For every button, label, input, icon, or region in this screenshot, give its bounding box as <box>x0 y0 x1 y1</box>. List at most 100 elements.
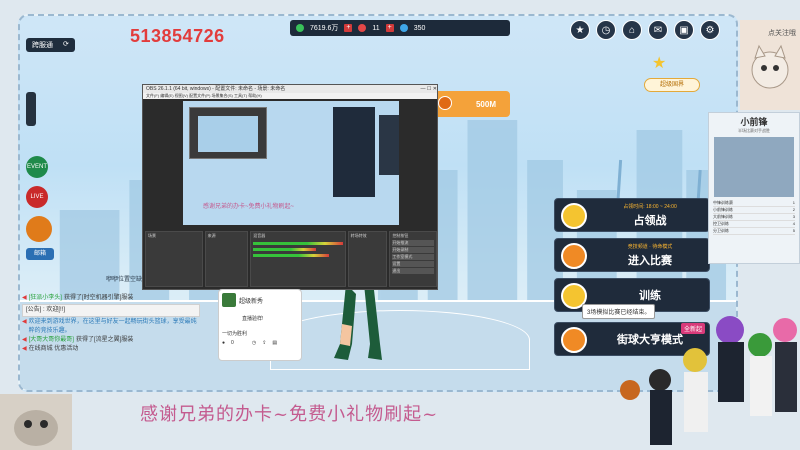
anime-characters <box>620 316 797 445</box>
obs-menubar[interactable]: 文件(F) 编辑(E) 视图(V) 配置文件(P) 场景集合(S) 工具(T) … <box>143 93 437 99</box>
timer-icon[interactable]: ◷ <box>252 340 256 346</box>
mode-enter-match[interactable]: 竞技频道 · 待命模式 进入比赛 <box>554 238 710 272</box>
start-stream-button[interactable]: 开始推流 <box>392 240 434 246</box>
scenes-panel[interactable]: 场景 <box>145 231 203 287</box>
rank-row: 大前锋训练 3 <box>713 214 795 221</box>
energy-icon <box>399 24 408 32</box>
chat-text: 获得了[流星之翼]服装 <box>75 337 134 343</box>
mode-title: 进入比赛 <box>628 254 672 267</box>
chat-user: [大哥大哥你最哥] <box>28 337 74 343</box>
rank-label: 控卫训练 <box>713 221 729 226</box>
rank-value: 3 <box>792 214 795 219</box>
rank-value: 1 <box>792 200 795 205</box>
audio-meter <box>253 254 330 257</box>
like-count: 0 <box>231 340 234 346</box>
obs-title: OBS 26.1.1 (64 bit, windows) - 配置文件: 未命名… <box>146 86 286 92</box>
audio-meter <box>253 248 316 251</box>
clock-icon[interactable]: ◷ <box>596 20 616 40</box>
mixer-panel[interactable]: 混音器 <box>250 231 346 287</box>
rank-value: 5 <box>792 228 795 233</box>
nested-subtitle: 感谢兄弟的办卡~免费小礼物刷起~ <box>203 204 295 210</box>
rank-row: 分卫训练 5 <box>713 228 795 235</box>
mode-occupy[interactable]: 占领时间: 18:00 ~ 24:00 占领战 <box>554 198 710 232</box>
shop-icon[interactable]: ⌂ <box>622 20 642 40</box>
follow-text: 点关注哦 <box>768 30 796 37</box>
chat-log: ◀ [狂派小李头] 获得了[时空机器引擎]服装 [公告] : 欢迎[!!] ◀ … <box>22 294 200 354</box>
obs-preview: 感谢兄弟的办卡~免费小礼物刷起~ <box>183 101 399 225</box>
panel-label: 控制按钮 <box>392 233 409 238</box>
gift-icon[interactable]: ✉ <box>648 20 668 40</box>
chat-line: ◀ [大哥大哥你最哥] 获得了[流星之翼]服装 <box>22 336 200 345</box>
bag-icon[interactable]: ▣ <box>674 20 694 40</box>
rank-value: 2 <box>792 207 795 212</box>
rank-label: 小前锋训练 <box>713 207 733 212</box>
star-icon: ★ <box>652 55 667 72</box>
occupy-icon <box>561 203 587 229</box>
window-controls[interactable]: — ☐ ✕ <box>421 85 437 93</box>
side-collapse-handle[interactable] <box>26 92 36 126</box>
donation-subtitle: 感谢兄弟的办卡~免费小礼物刷起~ <box>140 404 439 425</box>
rank-row: 小前锋训练 2 <box>713 207 795 214</box>
server-tab-label: 跨服通 <box>32 42 53 49</box>
panel-label: 场景 <box>148 233 156 238</box>
rank-label: 大前锋训练 <box>713 214 733 219</box>
chat-user: [狂派小李头] <box>28 295 62 301</box>
price-label: 500M <box>475 99 496 109</box>
transitions-panel[interactable]: 转场特效 <box>347 231 388 287</box>
player-figure <box>334 284 382 360</box>
add-coins-button[interactable]: + <box>344 24 353 32</box>
feature-button[interactable] <box>26 216 52 242</box>
mode-sub: 占领时间: 18:00 ~ 24:00 <box>623 203 677 210</box>
speaker-icon: ◀ <box>22 295 27 301</box>
live-button[interactable]: LIVE <box>26 186 48 208</box>
rank-label: 中锋训练赛 <box>713 200 733 205</box>
server-tab[interactable]: 跨服通 ⟳ <box>26 38 75 52</box>
speaker-icon: ◀ <box>22 337 27 343</box>
basketball-icon <box>561 243 587 269</box>
event-button[interactable]: EVENT <box>26 156 48 178</box>
start-record-button[interactable]: 开始录制 <box>392 247 434 253</box>
rank-value: 4 <box>792 221 795 226</box>
like-icon[interactable]: ● <box>222 340 225 346</box>
panel-label: 混音器 <box>253 233 266 238</box>
chat-text: 欢迎来到游戏世界，在这里与好友一起畅玩街头篮球，享受最纯粹的竞技乐趣。 <box>28 319 197 334</box>
tycoon-icon <box>561 327 587 353</box>
obs-titlebar: OBS 26.1.1 (64 bit, windows) - 配置文件: 未命名… <box>143 85 437 93</box>
nested-preview <box>189 107 267 159</box>
avatar <box>222 293 236 307</box>
speaker-icon: ◀ <box>22 319 27 325</box>
gem-icon <box>358 24 367 32</box>
controls-panel[interactable]: 控制按钮 开始推流 开始录制 工作室模式 设置 退出 <box>389 231 437 287</box>
player-card[interactable]: 超级新秀 直播验样! 一切为胜利 ● 0 ◷ ⇪ ▤ <box>218 289 302 361</box>
settings-button[interactable]: 设置 <box>392 261 434 267</box>
settings-icon[interactable]: ⚙ <box>700 20 720 40</box>
gems-value: 11 <box>372 24 380 32</box>
friend-position-text: 咿咿位置空缺 <box>106 277 143 283</box>
speaker-icon: ◀ <box>22 346 27 352</box>
studio-mode-button[interactable]: 工作室模式 <box>392 254 434 260</box>
energy-value: 350 <box>413 24 426 32</box>
nested-side-panel <box>379 115 399 175</box>
coin-icon <box>296 24 304 32</box>
add-gems-button[interactable]: + <box>385 24 394 32</box>
mode-sub: 竞技频道 · 待命模式 <box>627 243 673 250</box>
buy-500m-button[interactable]: 500M <box>432 91 510 117</box>
pip-caption: 半场比赛对手战胜 <box>738 128 770 133</box>
sources-panel[interactable]: 来源 <box>204 231 249 287</box>
share-icon[interactable]: ⇪ <box>262 340 266 346</box>
coins-value: 7619.6万 <box>310 25 339 32</box>
card-info: 直播验样! <box>242 316 264 322</box>
obs-docks: 场景 来源 混音器 转场特效 控制按钮 开始推流 开始录制 工作室模式 设置 退… <box>145 231 437 287</box>
mail-button[interactable]: 邮箱 <box>26 248 54 260</box>
cat-sticker-top-right: 点关注哦 <box>740 20 800 110</box>
activity-icon[interactable]: ★ <box>570 20 590 40</box>
top-right-toolbar: ★ ◷ ⌂ ✉ ▣ ⚙ <box>570 20 720 40</box>
exit-button[interactable]: 退出 <box>392 268 434 274</box>
chat-line: ◀ 欢迎来到游戏世界，在这里与好友一起畅玩街头篮球，享受最纯粹的竞技乐趣。 <box>22 318 200 336</box>
pip-scene <box>714 137 794 197</box>
refresh-icon: ⟳ <box>63 41 69 48</box>
obs-window[interactable]: OBS 26.1.1 (64 bit, windows) - 配置文件: 未命名… <box>142 84 438 290</box>
basketball-icon <box>438 96 452 110</box>
menu-icon[interactable]: ▤ <box>272 340 277 346</box>
vip-badge[interactable]: ★ 超级国界 <box>644 56 704 96</box>
